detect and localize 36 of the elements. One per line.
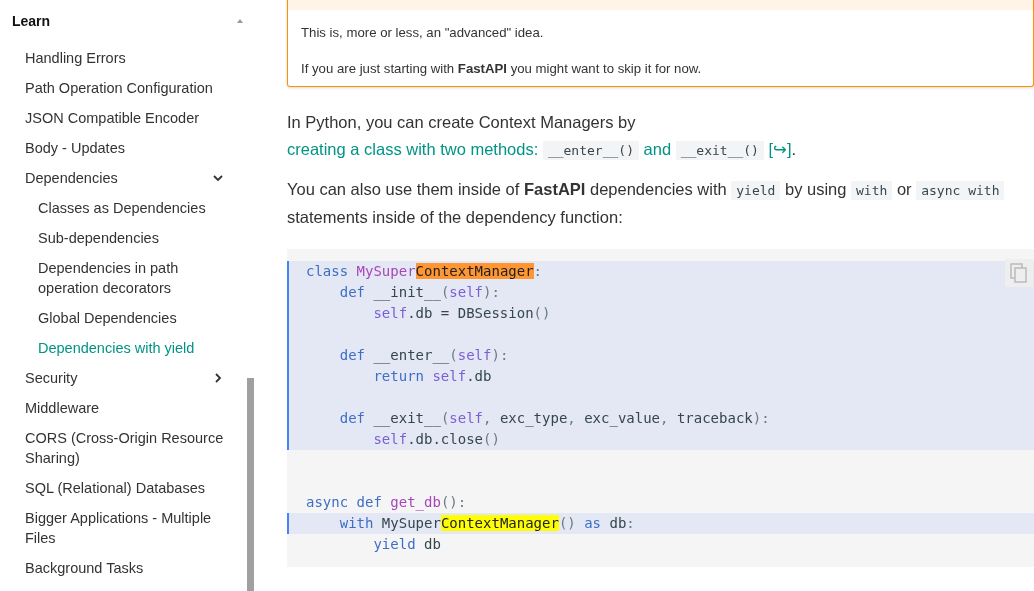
admonition-text: This is, more or less, an "advanced" idea. [301,24,545,42]
copy-button[interactable] [1005,259,1033,287]
sidebar-item[interactable]: Dependencies in path operation decorators [0,254,240,302]
scrollbar-thumb[interactable] [247,378,254,591]
code-line: self.db.close() [372,430,500,449]
admonition-text: If you are just starting with FastAPI you might want to skip it for now. [301,60,703,78]
chevron-right-icon[interactable] [212,372,224,384]
code-line: return self.db [372,367,492,386]
sidebar-item[interactable]: SQL (Relational) Databases [0,474,240,502]
sidebar-item[interactable]: Classes as Dependencies [0,194,240,222]
sidebar-item[interactable]: Background Tasks [0,554,240,582]
sidebar-item[interactable]: Handling Errors [0,44,240,72]
code-line: def __enter__(self): [338,346,509,366]
paragraph: You can also use them inside of FastAPI dependencies with yield by using with or async with statements inside of the dependency function: [287,176,1034,231]
sidebar-item[interactable]: Path Operation Configuration [0,74,240,102]
paragraph: In Python, you can create Context Managers by creating a class with two methods: __enter__() and __exit__() [↪]. [287,112,798,162]
sidebar-item[interactable]: Middleware [0,394,240,422]
link[interactable]: creating a class with two methods: __enter__() and __exit__() [↪] [287,140,792,158]
code-line: class MySuperContextManager: [305,262,543,281]
sidebar-item[interactable]: Body - Updates [0,134,240,162]
sidebar-item[interactable]: Dependencies [0,164,240,192]
code-line: yield db [372,535,441,554]
sidebar-title: Learn [12,13,51,29]
code-line: async def get_db(): [305,493,467,513]
sidebar-item[interactable]: Global Dependencies [0,304,240,332]
sidebar-item[interactable]: CORS (Cross-Origin Resource Sharing) [0,424,240,472]
code-line: def __init__(self): [338,283,500,303]
scroll-up-icon[interactable] [237,19,243,23]
sidebar-item[interactable]: Bigger Applications - Multiple Files [0,504,240,552]
sidebar-item[interactable]: Security [0,364,240,392]
chevron-down-icon[interactable] [212,172,224,184]
sidebar-item[interactable]: Sub-dependencies [0,224,240,252]
sidebar-item[interactable]: JSON Compatible Encoder [0,104,240,132]
code-line: def __exit__(self, exc_type, exc_value, traceback): [338,409,770,429]
code-line: self.db = DBSession() [372,304,551,323]
sidebar-item[interactable]: Dependencies with yield [0,334,240,362]
